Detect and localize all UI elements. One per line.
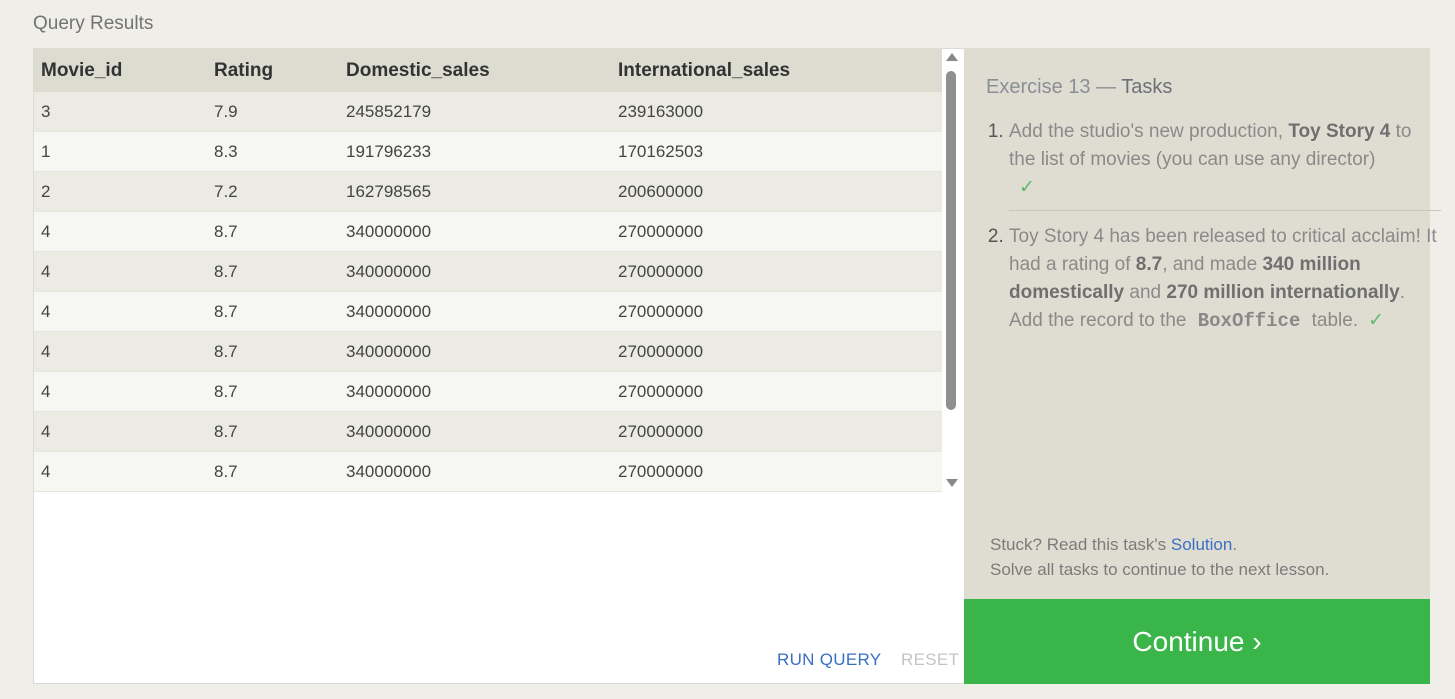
cell-movie-id: 4 — [34, 411, 207, 452]
task-list: Add the studio's new production, Toy Sto… — [986, 118, 1441, 343]
task-highlight: 8.7 — [1135, 254, 1163, 275]
table-row: 2 7.2 162798565 200600000 — [34, 171, 942, 212]
cell-international-sales: 200600000 — [611, 171, 942, 212]
stuck-hint: Stuck? Read this task's Solution. Solve a… — [990, 532, 1329, 582]
cell-domestic-sales: 340000000 — [339, 251, 611, 292]
task-highlight: 270 million internationally — [1166, 282, 1400, 303]
cell-rating: 8.3 — [207, 131, 339, 172]
cell-domestic-sales: 162798565 — [339, 171, 611, 212]
cell-movie-id: 1 — [34, 131, 207, 172]
cell-rating: 8.7 — [207, 331, 339, 372]
reset-button[interactable]: RESET — [901, 650, 959, 670]
stuck-text: Stuck? Read this task's — [990, 535, 1171, 554]
cell-movie-id: 4 — [34, 331, 207, 372]
cell-rating: 8.7 — [207, 211, 339, 252]
cell-movie-id: 4 — [34, 251, 207, 292]
task-text: table. — [1306, 310, 1359, 331]
cell-international-sales: 270000000 — [611, 291, 942, 332]
table-header-row: Movie_id Rating Domestic_sales Internati… — [34, 49, 942, 92]
column-header-domestic-sales: Domestic_sales — [339, 49, 611, 92]
cell-movie-id: 4 — [34, 211, 207, 252]
table-row: 4 8.7 340000000 270000000 — [34, 411, 942, 452]
task-item-1: Add the studio's new production, Toy Sto… — [1009, 118, 1441, 211]
table-row: 4 8.7 340000000 270000000 — [34, 331, 942, 372]
cell-rating: 8.7 — [207, 291, 339, 332]
cell-movie-id: 2 — [34, 171, 207, 212]
cell-domestic-sales: 340000000 — [339, 411, 611, 452]
exercise-number: Exercise 13 — [986, 76, 1091, 98]
task-text: and — [1124, 282, 1167, 303]
results-scrollbar[interactable] — [942, 49, 962, 491]
continue-button[interactable]: Continue › — [964, 599, 1430, 684]
cell-domestic-sales: 245852179 — [339, 92, 611, 132]
scroll-up-arrow-icon[interactable] — [946, 53, 958, 61]
table-row: 4 8.7 340000000 270000000 — [34, 211, 942, 252]
run-query-button[interactable]: RUN QUERY — [777, 650, 881, 670]
tasks-label: Tasks — [1121, 76, 1173, 98]
cell-movie-id: 4 — [34, 451, 207, 492]
cell-domestic-sales: 340000000 — [339, 451, 611, 492]
table-name-code: BoxOffice — [1197, 310, 1301, 332]
query-results-panel: Movie_id Rating Domestic_sales Internati… — [33, 48, 965, 493]
tasks-heading: Exercise 13 — Tasks — [986, 76, 1172, 99]
cell-rating: 8.7 — [207, 371, 339, 412]
task-text: , and made — [1162, 254, 1263, 275]
cell-domestic-sales: 340000000 — [339, 211, 611, 252]
cell-international-sales: 270000000 — [611, 371, 942, 412]
task-item-2: Toy Story 4 has been released to critica… — [1009, 223, 1441, 343]
cell-international-sales: 270000000 — [611, 251, 942, 292]
solution-link[interactable]: Solution — [1171, 535, 1232, 554]
cell-rating: 8.7 — [207, 451, 339, 492]
cell-domestic-sales: 340000000 — [339, 291, 611, 332]
cell-domestic-sales: 191796233 — [339, 131, 611, 172]
cell-movie-id: 4 — [34, 371, 207, 412]
table-row: 3 7.9 245852179 239163000 — [34, 92, 942, 132]
checkmark-icon: ✓ — [1019, 177, 1035, 198]
column-header-rating: Rating — [207, 49, 339, 92]
checkmark-icon: ✓ — [1368, 310, 1385, 331]
tasks-panel: Exercise 13 — Tasks Add the studio's new… — [964, 48, 1441, 599]
table-row: 1 8.3 191796233 170162503 — [34, 131, 942, 172]
cell-rating: 7.2 — [207, 171, 339, 212]
cell-rating: 7.9 — [207, 92, 339, 132]
column-header-movie-id: Movie_id — [34, 49, 207, 92]
cell-international-sales: 270000000 — [611, 411, 942, 452]
column-header-international-sales: International_sales — [611, 49, 942, 92]
task-highlight: Toy Story 4 — [1288, 121, 1391, 142]
cell-movie-id: 4 — [34, 291, 207, 332]
scrollbar-thumb[interactable] — [946, 71, 956, 410]
cell-international-sales: 239163000 — [611, 92, 942, 132]
cell-domestic-sales: 340000000 — [339, 331, 611, 372]
cell-domestic-sales: 340000000 — [339, 371, 611, 412]
heading-separator: — — [1090, 76, 1122, 98]
query-results-title: Query Results — [33, 13, 154, 34]
stuck-period: . — [1232, 535, 1238, 554]
cell-international-sales: 170162503 — [611, 131, 942, 172]
table-row: 4 8.7 340000000 270000000 — [34, 251, 942, 292]
results-table: Movie_id Rating Domestic_sales Internati… — [34, 49, 942, 492]
cell-international-sales: 270000000 — [611, 211, 942, 252]
cell-rating: 8.7 — [207, 411, 339, 452]
cell-international-sales: 270000000 — [611, 331, 942, 372]
cell-international-sales: 270000000 — [611, 451, 942, 492]
task-text: Add the studio's new production, — [1009, 121, 1289, 142]
sql-editor[interactable]: RUN QUERY RESET — [33, 492, 965, 684]
table-row: 4 8.7 340000000 270000000 — [34, 451, 942, 492]
cell-rating: 8.7 — [207, 251, 339, 292]
cell-movie-id: 3 — [34, 92, 207, 132]
table-row: 4 8.7 340000000 270000000 — [34, 371, 942, 412]
solve-all-text: Solve all tasks to continue to the next … — [990, 560, 1330, 579]
scroll-down-arrow-icon[interactable] — [946, 479, 958, 487]
table-row: 4 8.7 340000000 270000000 — [34, 291, 942, 332]
